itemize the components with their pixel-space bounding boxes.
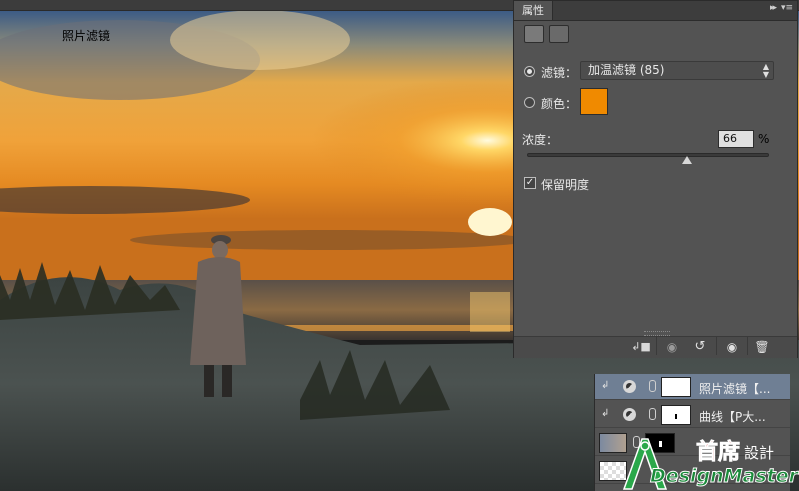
layer-mask-thumbnail[interactable] bbox=[661, 377, 691, 397]
watermark-brand-cn-small: 設計 bbox=[744, 444, 774, 462]
tab-properties[interactable]: 属性 bbox=[514, 1, 553, 20]
density-label: 浓度： bbox=[522, 133, 559, 147]
visibility-eye-icon[interactable]: ◉ bbox=[721, 339, 743, 355]
footer-divider bbox=[747, 337, 748, 355]
density-input[interactable]: 66 bbox=[718, 130, 754, 148]
view-previous-state-icon[interactable]: ◉ bbox=[660, 339, 684, 355]
clip-indicator-icon: ↲ bbox=[601, 408, 610, 419]
collapse-panel-icon[interactable]: ▸▸ bbox=[770, 3, 777, 13]
layer-row-photo-filter[interactable]: ↲ 照片滤镜【... bbox=[595, 374, 790, 400]
adjustment-layer-icon bbox=[623, 408, 636, 421]
trash-icon[interactable]: 🗑 bbox=[751, 339, 773, 355]
watermark-brand-en: DesignMaster bbox=[650, 465, 799, 487]
panel-menu-icon[interactable]: ▾≡ bbox=[781, 3, 793, 13]
preserve-luminosity-label: 保留明度 bbox=[541, 178, 590, 192]
reset-icon[interactable]: ↺ bbox=[689, 339, 711, 355]
link-icon[interactable] bbox=[649, 408, 656, 420]
link-icon[interactable] bbox=[649, 380, 656, 392]
filter-radio[interactable] bbox=[524, 66, 535, 77]
layer-mask-thumbnail[interactable] bbox=[661, 405, 691, 425]
layer-name: 曲线【P大... bbox=[699, 410, 766, 424]
color-radio[interactable] bbox=[524, 97, 535, 108]
filter-label: 滤镜： bbox=[541, 66, 578, 80]
adjustment-title: 照片滤镜 bbox=[62, 29, 111, 43]
filter-dropdown[interactable]: 加温滤镜 (85) ▲ ▼ bbox=[580, 61, 774, 80]
color-swatch[interactable] bbox=[580, 88, 608, 115]
designmaster-watermark-logo: 首席 設計 DesignMaster bbox=[622, 438, 799, 490]
density-slider-thumb[interactable] bbox=[681, 156, 692, 164]
density-slider-track[interactable] bbox=[527, 153, 769, 157]
clip-to-layer-icon[interactable]: ↲■ bbox=[630, 339, 652, 355]
panel-resize-grip[interactable] bbox=[644, 331, 670, 336]
properties-tab-bar: 属性 ▸▸ ▾≡ bbox=[514, 1, 797, 21]
color-label: 颜色： bbox=[541, 97, 578, 111]
filter-value: 加温滤镜 (85) bbox=[588, 63, 665, 77]
adjustment-camera-icon[interactable] bbox=[524, 25, 544, 43]
layer-name: 照片滤镜【... bbox=[699, 382, 771, 396]
density-unit: % bbox=[758, 132, 770, 146]
mask-icon[interactable] bbox=[549, 25, 569, 43]
footer-divider bbox=[716, 337, 717, 355]
clip-indicator-icon: ↲ bbox=[601, 380, 610, 391]
watermark-brand-cn: 首席 bbox=[696, 439, 740, 465]
adjustment-layer-icon bbox=[623, 380, 636, 393]
layer-row-curves[interactable]: ↲ 曲线【P大... bbox=[595, 402, 790, 428]
preserve-luminosity-checkbox[interactable]: ✓ bbox=[524, 177, 536, 189]
select-arrows-icon: ▲ ▼ bbox=[762, 62, 769, 79]
footer-divider bbox=[656, 337, 657, 355]
